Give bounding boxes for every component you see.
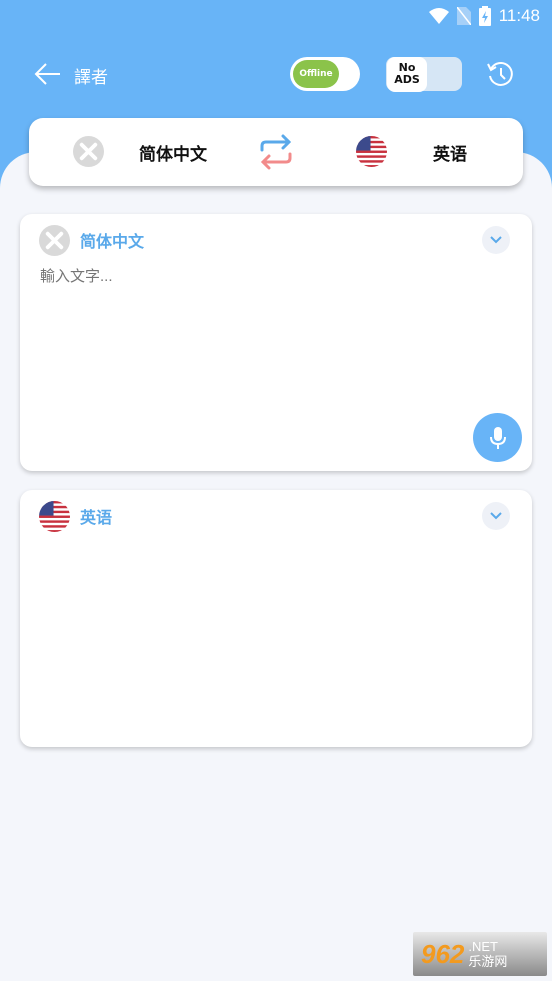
microphone-icon: [489, 426, 506, 449]
status-bar: 11:48: [428, 4, 540, 28]
page-title: 譯者: [74, 68, 108, 88]
chevron-down-icon: [490, 512, 502, 520]
back-arrow-icon[interactable]: [34, 61, 62, 87]
output-dropdown-button[interactable]: [482, 502, 510, 530]
us-flag-icon[interactable]: [356, 136, 387, 167]
target-language-button[interactable]: 英语: [433, 140, 467, 165]
no-ads-toggle[interactable]: No ADS: [386, 57, 462, 92]
input-card: 简体中文: [20, 214, 532, 471]
output-language-label: 英语: [80, 508, 113, 527]
battery-charging-icon: [478, 6, 491, 26]
offline-label: Offline: [293, 60, 339, 88]
chevron-down-icon: [490, 236, 502, 244]
swap-icon[interactable]: [258, 132, 294, 172]
microphone-button[interactable]: [473, 413, 522, 462]
input-dropdown-button[interactable]: [482, 226, 510, 254]
source-text-input[interactable]: [40, 268, 500, 285]
wifi-icon: [428, 8, 449, 24]
input-language-label: 简体中文: [80, 232, 145, 251]
output-card: 英语: [20, 490, 532, 747]
no-ads-label: No ADS: [387, 57, 427, 92]
us-flag-icon: [39, 501, 70, 532]
offline-toggle[interactable]: Offline: [290, 57, 360, 91]
no-sim-icon: [456, 7, 471, 25]
status-time: 11:48: [498, 6, 540, 25]
watermark-logo: 962 .NET 乐游网: [413, 932, 547, 976]
source-language-button[interactable]: 简体中文: [139, 140, 207, 165]
source-flag-placeholder-icon[interactable]: [73, 136, 104, 167]
history-icon[interactable]: [486, 59, 516, 89]
language-selector-bar: 简体中文 英语: [29, 118, 523, 186]
app-header: 譯者 Offline No ADS: [0, 55, 552, 95]
source-flag-placeholder-icon: [39, 225, 70, 256]
